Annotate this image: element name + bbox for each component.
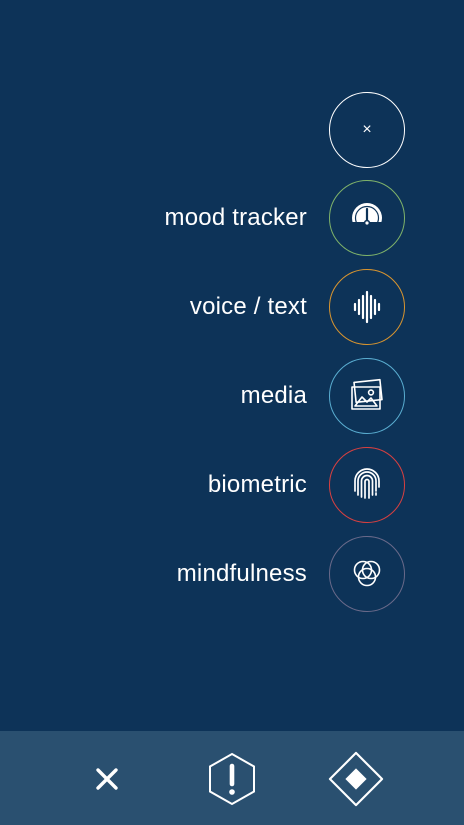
mindfulness-button[interactable] <box>329 536 405 612</box>
media-button[interactable] <box>329 358 405 434</box>
menu-close-row: × <box>329 92 405 168</box>
alert-hexagon-icon <box>209 752 255 806</box>
menu-item-mindfulness[interactable]: mindfulness <box>177 536 405 612</box>
bottom-close-button[interactable] <box>79 751 135 807</box>
menu-item-label: mood tracker <box>164 204 307 231</box>
menu-item-label: mindfulness <box>176 560 307 587</box>
close-icon <box>96 768 118 790</box>
menu-item-label: voice / text <box>189 293 307 320</box>
gauge-icon <box>352 203 382 234</box>
photos-icon <box>351 378 383 410</box>
menu-item-biometric[interactable]: biometric <box>208 447 405 523</box>
menu-close-button[interactable]: × <box>329 92 405 168</box>
menu-item-label: biometric <box>207 471 307 498</box>
menu-item-media[interactable]: media <box>241 358 405 434</box>
mood-tracker-button[interactable] <box>329 180 405 256</box>
voice-text-button[interactable] <box>329 269 405 345</box>
menu-item-voice-text[interactable]: voice / text <box>190 269 405 345</box>
diamond-icon <box>328 751 384 807</box>
bottom-toolbar <box>0 731 464 825</box>
menu-item-mood-tracker[interactable]: mood tracker <box>165 180 405 256</box>
action-menu: × mood tracker voice / text media biomet… <box>0 0 464 730</box>
diamond-button[interactable] <box>328 751 384 807</box>
menu-item-label: media <box>240 382 307 409</box>
close-icon: × <box>362 121 372 138</box>
waveform-icon <box>353 290 381 324</box>
biometric-button[interactable] <box>329 447 405 523</box>
screen: × mood tracker voice / text media biomet… <box>0 0 464 825</box>
alert-button[interactable] <box>204 751 260 807</box>
fingerprint-icon <box>354 468 380 499</box>
overlapping-circles-icon <box>353 560 381 587</box>
